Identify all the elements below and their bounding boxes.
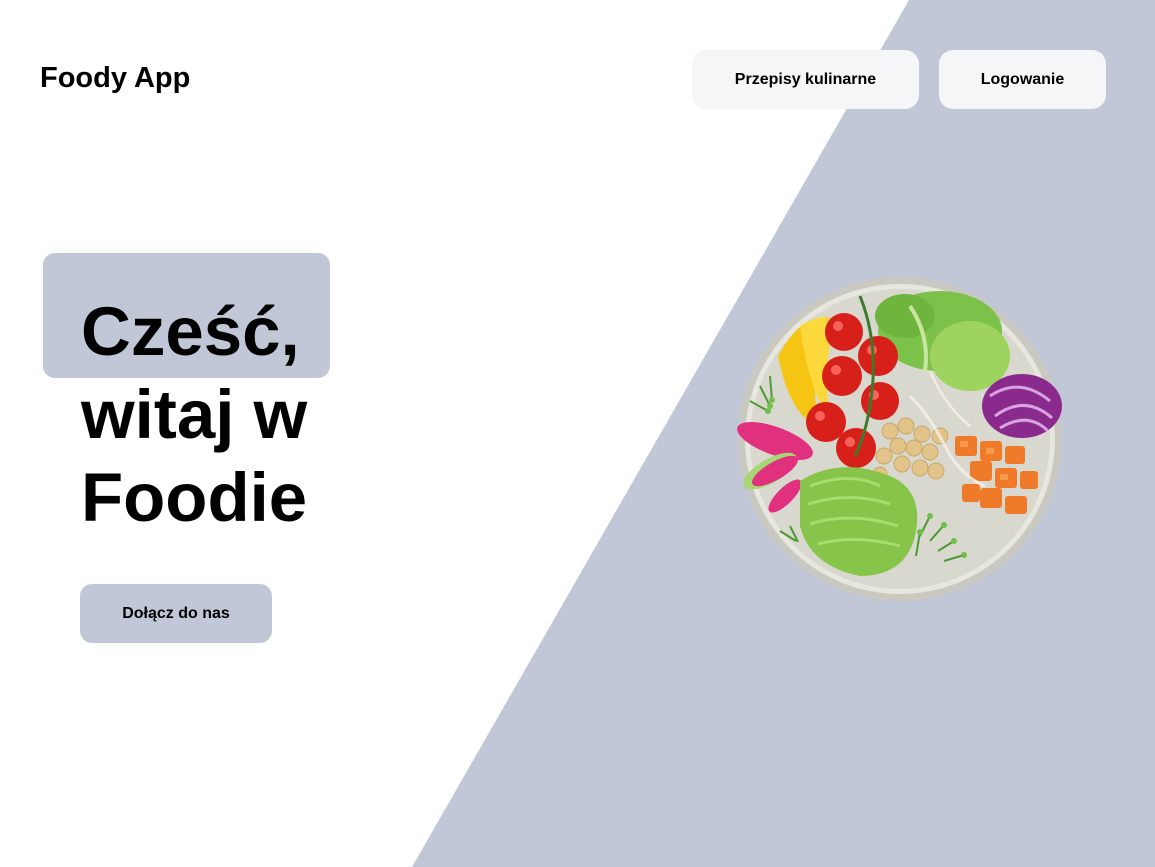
hero-title-line-2: witaj w [81,376,308,453]
login-nav-button[interactable]: Logowanie [939,50,1106,109]
hero-title-line-1: Cześć, [81,293,300,370]
join-button[interactable]: Dołącz do nas [80,584,272,643]
app-logo[interactable]: Foody App [40,62,190,95]
salad-bowl-image [737,277,1062,601]
hero-title: Cześć, witaj w Foodie [81,290,307,539]
recipes-nav-button[interactable]: Przepisy kulinarne [692,50,919,109]
hero-title-line-3: Foodie [81,459,308,536]
